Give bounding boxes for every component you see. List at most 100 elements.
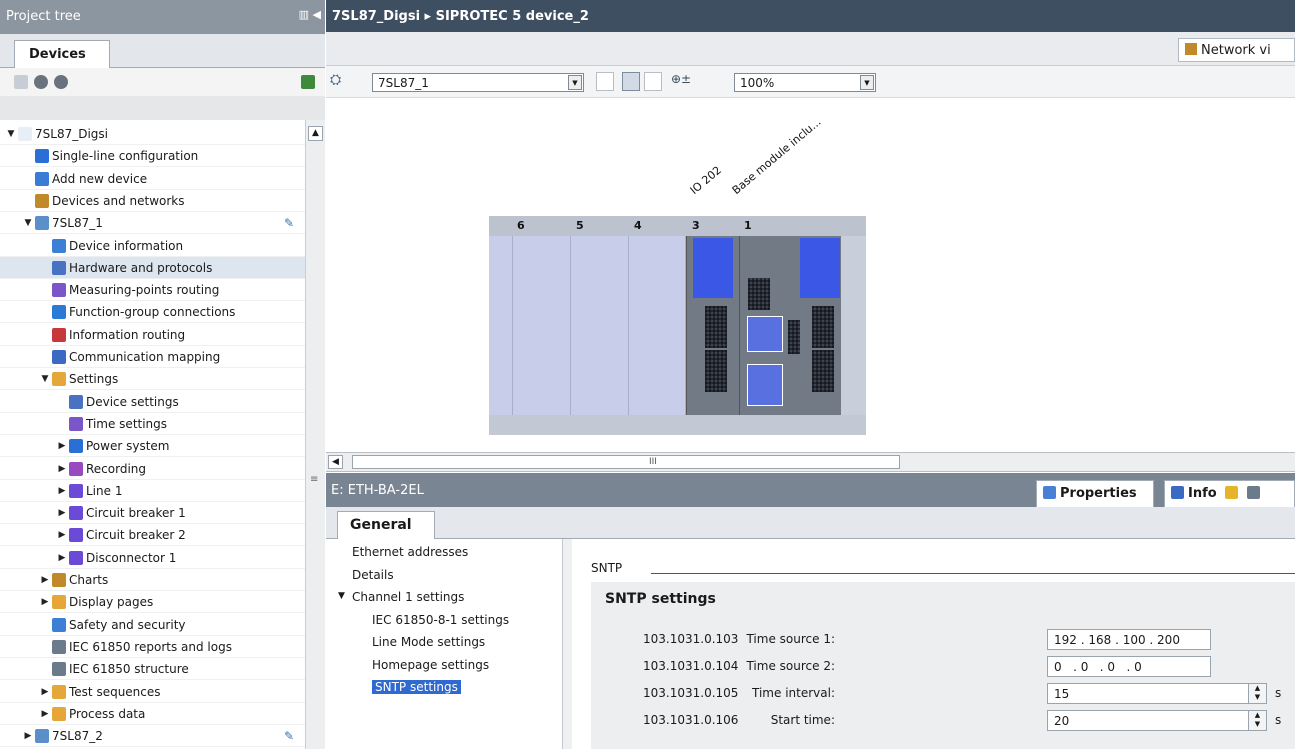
chevron-down-icon[interactable]: ▼ [568, 75, 582, 90]
parameter-value-input[interactable]: 20 [1047, 710, 1267, 731]
connector-block[interactable] [812, 306, 834, 348]
tree-item[interactable]: ▶ Charts [0, 569, 305, 591]
nav-item[interactable]: Ethernet addresses [352, 545, 468, 559]
expand-right-icon[interactable]: ▶ [57, 480, 67, 502]
parameter-value-input[interactable]: 15 [1047, 683, 1267, 704]
expand-down-icon[interactable]: ▼ [338, 591, 345, 601]
tree-item[interactable]: ▼ 7SL87_1 ✎ [0, 212, 305, 235]
expand-right-icon[interactable]: ▶ [57, 524, 67, 546]
parameter-value-input[interactable]: 192 . 168 . 100 . 200 [1047, 629, 1211, 650]
expand-right-icon[interactable]: ▶ [57, 547, 67, 569]
expand-right-icon[interactable]: ▶ [40, 569, 50, 591]
tree-item[interactable]: ▼ Settings [0, 368, 305, 391]
overview-icon[interactable] [596, 72, 614, 91]
terminal-block[interactable] [800, 238, 840, 298]
tree-item[interactable]: Devices and networks [0, 190, 305, 212]
connector-block[interactable] [812, 350, 834, 392]
back-icon[interactable] [34, 75, 48, 89]
tree-item[interactable]: Add new device [0, 168, 305, 190]
nav-item[interactable]: ▼ Channel 1 settings [338, 590, 464, 604]
tree-item[interactable]: ▶ Line 1 [0, 480, 305, 502]
empty-slot-4[interactable] [629, 236, 686, 415]
spinner-icon[interactable]: ▲ ▼ [1248, 711, 1266, 730]
tree-item[interactable]: Function-group connections [0, 301, 305, 324]
tree-item[interactable]: Measuring-points routing [0, 279, 305, 302]
network-view-button[interactable]: Network vi [1178, 38, 1295, 62]
tree-item[interactable]: ▶ Display pages [0, 591, 305, 614]
expand-right-icon[interactable]: ▶ [40, 703, 50, 725]
nav-item[interactable]: IEC 61850-8-1 settings [372, 613, 509, 627]
expand-right-icon[interactable]: ▶ [40, 591, 50, 613]
tree-item[interactable]: IEC 61850 reports and logs [0, 636, 305, 658]
navigation-splitter[interactable] [562, 539, 572, 749]
export-icon[interactable] [301, 75, 315, 89]
chevron-down-icon[interactable]: ▼ [860, 75, 874, 90]
project-tree-header: Project tree ▥ ◀ [0, 0, 325, 34]
tab-devices[interactable]: Devices [14, 40, 110, 68]
tree-item[interactable]: Communication mapping [0, 346, 305, 368]
empty-slot-6[interactable] [489, 236, 513, 415]
base-module[interactable] [739, 236, 841, 415]
device-select[interactable]: 7SL87_1 ▼ [372, 73, 584, 92]
zoom-icon[interactable]: ⊕± [671, 72, 691, 91]
tree-item[interactable]: ▶ Process data [0, 703, 305, 725]
connector-block[interactable] [748, 278, 770, 310]
table-view-icon[interactable] [644, 72, 662, 91]
tree-item[interactable]: ▶ Power system [0, 435, 305, 458]
project-tree-scrollbar[interactable]: ▲ ≡ [305, 120, 325, 749]
eth-port-block[interactable] [747, 316, 783, 352]
expand-right-icon[interactable]: ▶ [23, 725, 33, 747]
parameter-value-input[interactable]: 0 . 0 . 0 . 0 [1047, 656, 1211, 677]
tree-item[interactable]: ▶ Disconnector 1 [0, 547, 305, 569]
eth-port-block[interactable] [747, 364, 783, 406]
nav-item[interactable]: Details [352, 568, 394, 582]
tree-item[interactable]: ▶ Circuit breaker 1 [0, 502, 305, 525]
tree-item[interactable]: Time settings [0, 413, 305, 435]
new-folder-icon[interactable] [14, 75, 28, 89]
forward-icon[interactable] [54, 75, 68, 89]
scroll-left-icon[interactable]: ◀ [328, 455, 343, 469]
scroll-grip-icon[interactable]: ≡ [310, 474, 318, 485]
nav-item[interactable]: Homepage settings [372, 658, 489, 672]
canvas-horizontal-scrollbar[interactable]: ◀ III [326, 452, 1295, 472]
tab-properties[interactable]: Properties [1036, 480, 1154, 507]
tree-item[interactable]: Hardware and protocols [0, 256, 305, 279]
scroll-up-icon[interactable]: ▲ [308, 126, 323, 141]
tree-item[interactable]: Device settings [0, 391, 305, 413]
expand-down-icon[interactable]: ▼ [23, 212, 33, 234]
tree-item[interactable]: ▶ Test sequences [0, 681, 305, 703]
expand-down-icon[interactable]: ▼ [40, 368, 50, 390]
nav-item[interactable]: Line Mode settings [372, 635, 485, 649]
tree-item[interactable]: Single-line configuration [0, 145, 305, 168]
expand-right-icon[interactable]: ▶ [57, 458, 67, 480]
expand-down-icon[interactable]: ▼ [6, 123, 16, 145]
tab-general[interactable]: General [337, 511, 435, 539]
connector-block[interactable] [788, 320, 800, 354]
tree-item[interactable]: ▼ 7SL87_Digsi [0, 123, 305, 145]
tree-item[interactable]: ▶ 7SL87_2 ✎ [0, 725, 305, 748]
expand-right-icon[interactable]: ▶ [57, 435, 67, 457]
nav-item[interactable]: SNTP settings [372, 680, 461, 694]
connector-block[interactable] [705, 306, 727, 348]
tree-item[interactable]: IEC 61850 structure [0, 658, 305, 681]
scroll-thumb[interactable]: III [352, 455, 900, 469]
expand-right-icon[interactable]: ▶ [40, 681, 50, 703]
terminal-block[interactable] [693, 238, 733, 298]
connector-block[interactable] [705, 350, 727, 392]
tree-item[interactable]: Information routing [0, 324, 305, 346]
zoom-select[interactable]: 100% ▼ [734, 73, 876, 92]
graphic-view-icon[interactable] [622, 72, 640, 91]
tree-item-label: Settings [69, 372, 119, 387]
empty-slot-5[interactable] [571, 236, 629, 415]
empty-slot-6b[interactable] [513, 236, 571, 415]
device-tool-icon[interactable]: ⛭ [330, 72, 348, 91]
tree-item[interactable]: ▶ Recording [0, 458, 305, 480]
collapse-panel-icon[interactable]: ▥ ◀ [299, 8, 321, 21]
expand-right-icon[interactable]: ▶ [57, 502, 67, 524]
spinner-icon[interactable]: ▲ ▼ [1248, 684, 1266, 703]
tab-info[interactable]: Info [1164, 480, 1295, 507]
io202-module[interactable] [686, 236, 739, 415]
tree-item[interactable]: ▶ Circuit breaker 2 [0, 524, 305, 547]
tree-item[interactable]: Safety and security [0, 614, 305, 636]
tree-item[interactable]: Device information [0, 235, 305, 257]
